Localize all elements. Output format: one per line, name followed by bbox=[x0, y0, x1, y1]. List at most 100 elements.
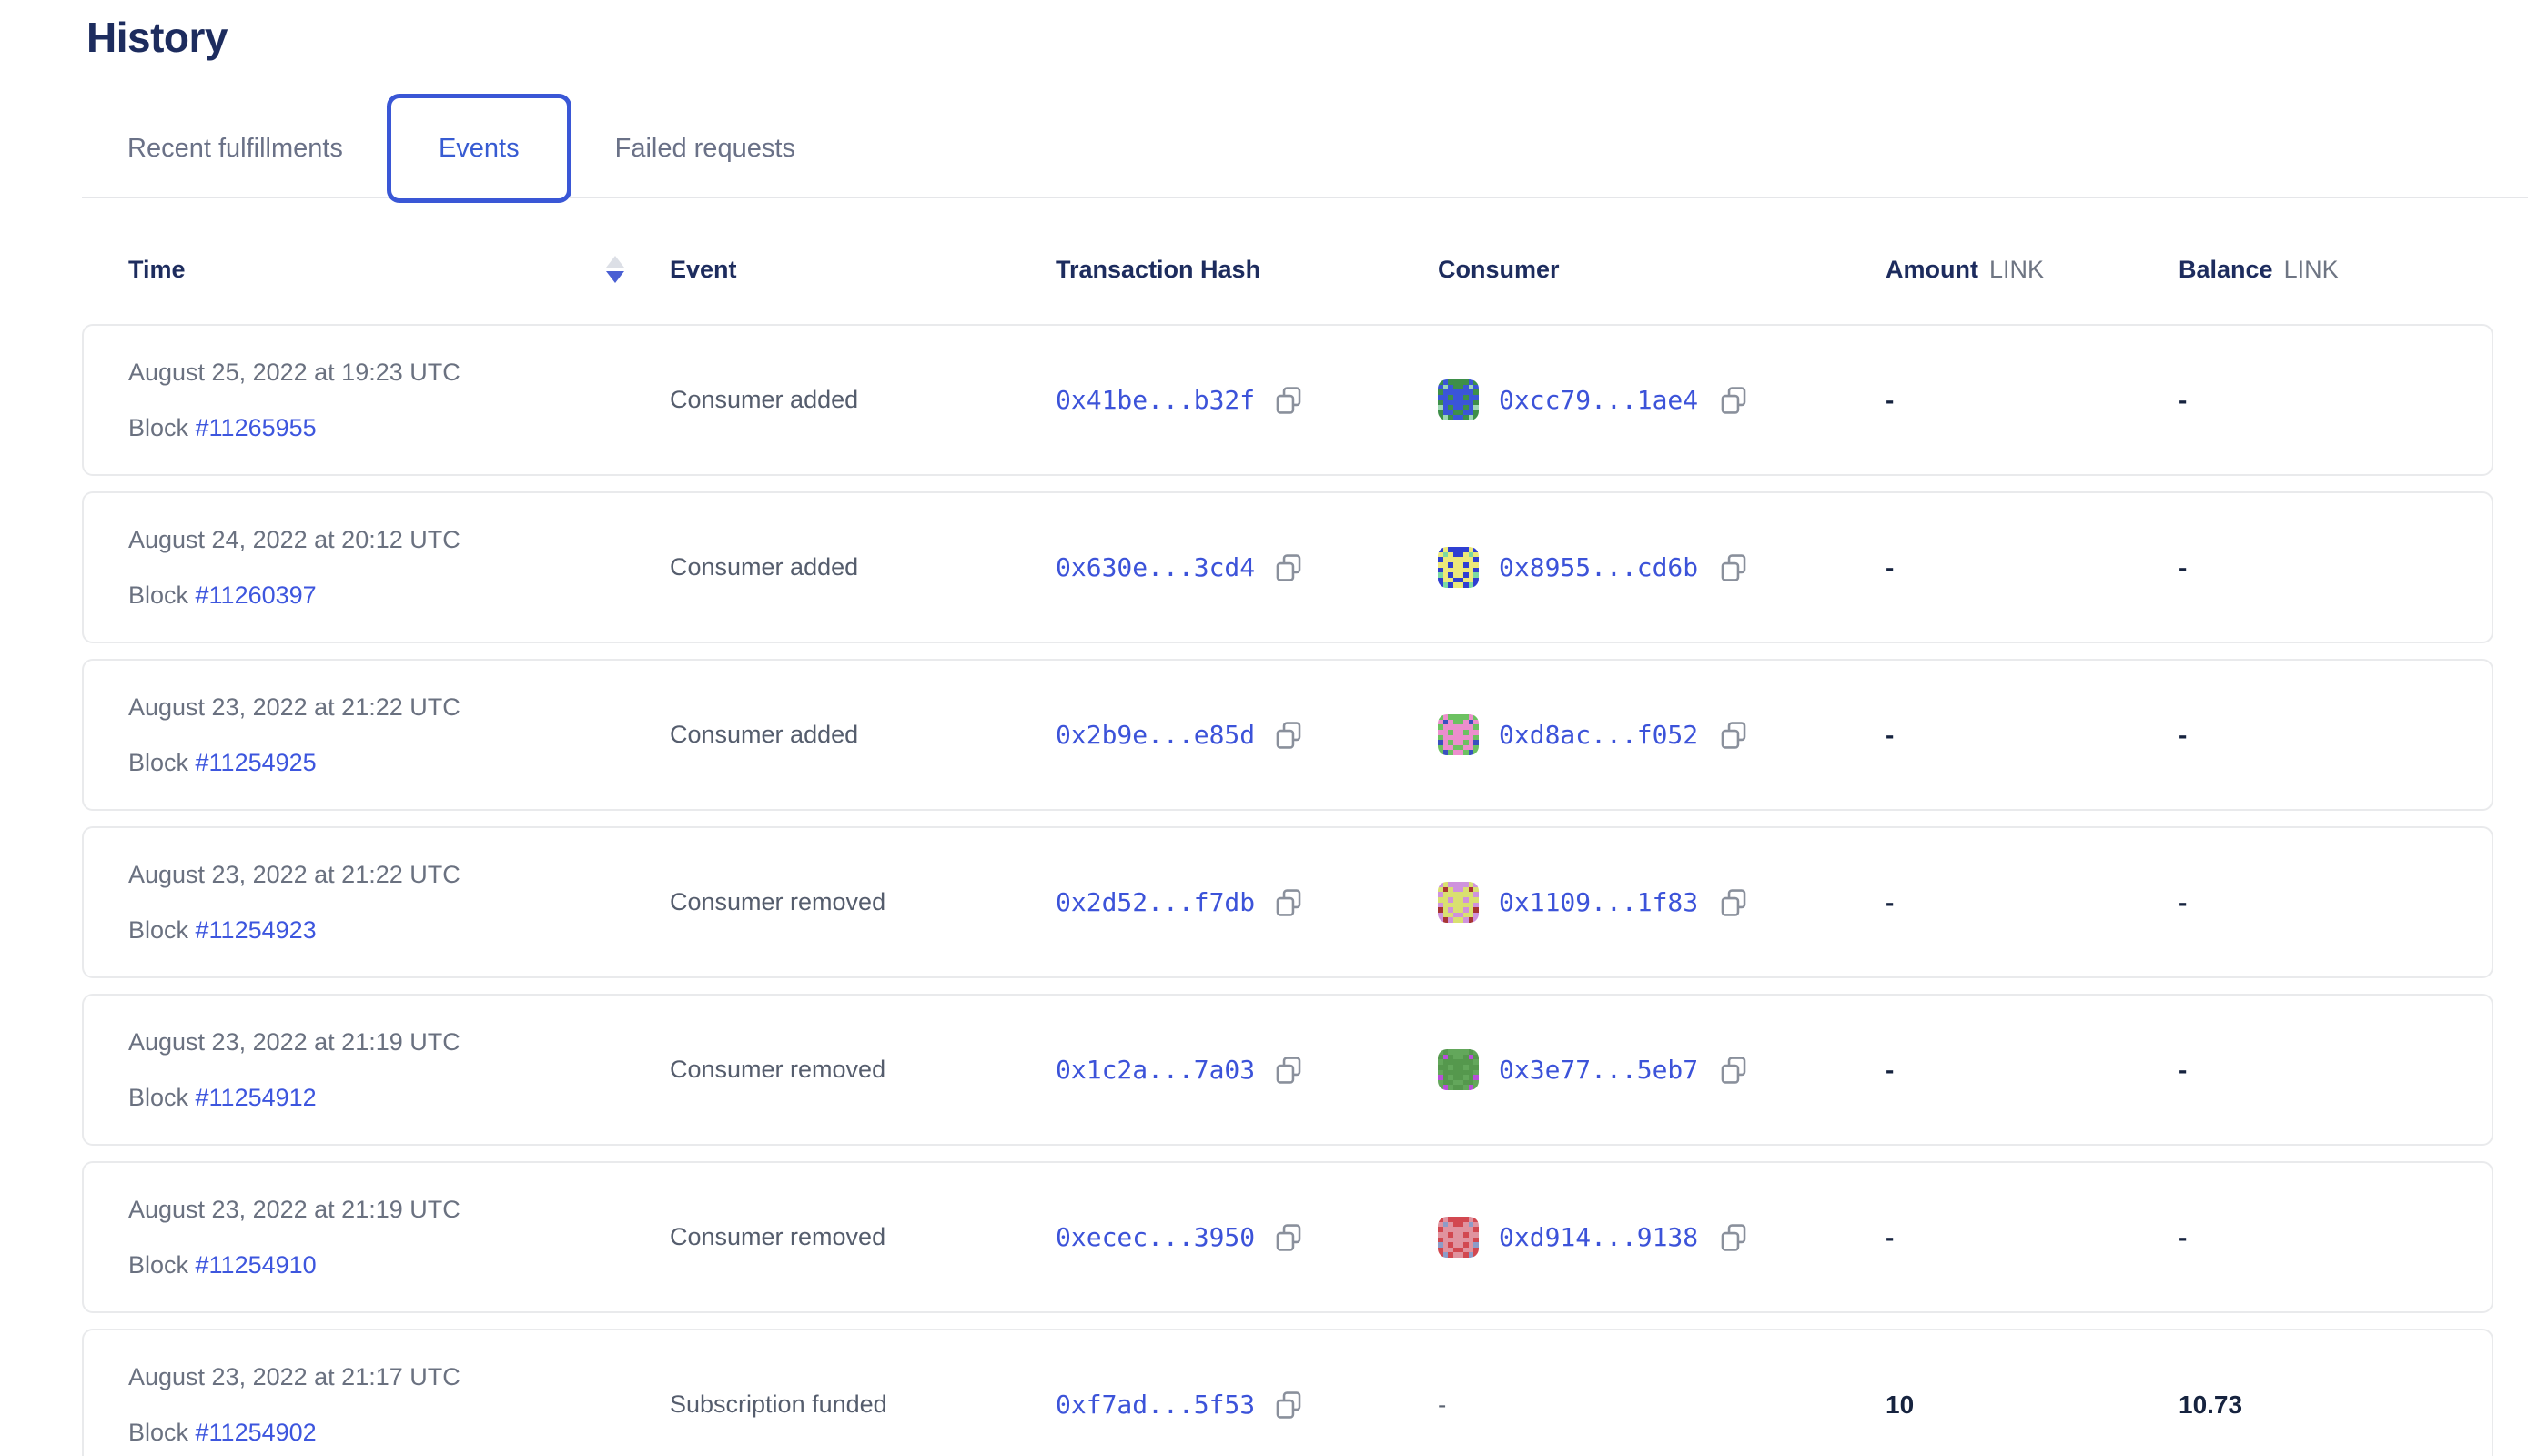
column-header-transaction-hash: Transaction Hash bbox=[1056, 256, 1438, 284]
block-label: Block bbox=[128, 1251, 196, 1279]
block-number-link[interactable]: #11260397 bbox=[196, 581, 317, 609]
column-header-consumer: Consumer bbox=[1438, 256, 1886, 284]
consumer-cell: 0xd914...9138 bbox=[1438, 1217, 1886, 1258]
transaction-hash-cell: 0x41be...b32f bbox=[1056, 385, 1438, 416]
event-cell: Subscription funded bbox=[670, 1390, 1056, 1419]
event-cell: Consumer added bbox=[670, 386, 1056, 414]
row-block: Block #11254910 bbox=[128, 1251, 670, 1279]
consumer-identicon bbox=[1438, 1217, 1479, 1258]
copy-icon[interactable] bbox=[1273, 1055, 1304, 1086]
balance-cell: - bbox=[2179, 1223, 2447, 1252]
table-header: Time Event Transaction Hash Consumer Amo… bbox=[82, 233, 2493, 306]
balance-unit-label: LINK bbox=[2284, 256, 2339, 284]
consumer-placeholder: - bbox=[1438, 1390, 1446, 1420]
transaction-hash-link[interactable]: 0x2b9e...e85d bbox=[1056, 720, 1255, 750]
transaction-hash-link[interactable]: 0xf7ad...5f53 bbox=[1056, 1390, 1255, 1420]
event-cell: Consumer added bbox=[670, 553, 1056, 581]
transaction-hash-link[interactable]: 0x630e...3cd4 bbox=[1056, 552, 1255, 582]
tab-failed-requests[interactable]: Failed requests bbox=[615, 134, 795, 164]
row-block: Block #11265955 bbox=[128, 414, 670, 442]
block-number-link[interactable]: #11254910 bbox=[196, 1251, 317, 1279]
transaction-hash-link[interactable]: 0x1c2a...7a03 bbox=[1056, 1055, 1255, 1085]
transaction-hash-cell: 0xf7ad...5f53 bbox=[1056, 1390, 1438, 1421]
copy-icon[interactable] bbox=[1718, 552, 1749, 583]
row-block: Block #11254902 bbox=[128, 1419, 670, 1447]
block-number-link[interactable]: #11265955 bbox=[196, 414, 317, 441]
amount-cell: - bbox=[1886, 1223, 2179, 1252]
consumer-cell: 0xd8ac...f052 bbox=[1438, 714, 1886, 755]
block-label: Block bbox=[128, 414, 196, 441]
consumer-cell: 0x1109...1f83 bbox=[1438, 882, 1886, 923]
block-label: Block bbox=[128, 1084, 196, 1111]
consumer-cell: 0x3e77...5eb7 bbox=[1438, 1049, 1886, 1090]
copy-icon[interactable] bbox=[1273, 887, 1304, 918]
copy-icon[interactable] bbox=[1718, 1055, 1749, 1086]
transaction-hash-link[interactable]: 0xecec...3950 bbox=[1056, 1222, 1255, 1252]
copy-icon[interactable] bbox=[1273, 552, 1304, 583]
copy-icon[interactable] bbox=[1718, 385, 1749, 416]
table-row: August 23, 2022 at 21:19 UTC Block #1125… bbox=[82, 1161, 2493, 1313]
row-block: Block #11254925 bbox=[128, 749, 670, 777]
copy-icon[interactable] bbox=[1273, 720, 1304, 751]
copy-icon[interactable] bbox=[1273, 385, 1304, 416]
balance-cell: - bbox=[2179, 888, 2447, 917]
event-cell: Consumer removed bbox=[670, 888, 1056, 916]
consumer-address-link[interactable]: 0x1109...1f83 bbox=[1499, 887, 1698, 917]
consumer-identicon bbox=[1438, 547, 1479, 588]
table-row: August 25, 2022 at 19:23 UTC Block #1126… bbox=[82, 324, 2493, 476]
consumer-address-link[interactable]: 0xcc79...1ae4 bbox=[1499, 385, 1698, 415]
sort-toggle[interactable] bbox=[606, 256, 624, 283]
table-row: August 23, 2022 at 21:19 UTC Block #1125… bbox=[82, 994, 2493, 1146]
consumer-cell: 0xcc79...1ae4 bbox=[1438, 379, 1886, 420]
time-cell: August 24, 2022 at 20:12 UTC Block #1126… bbox=[128, 526, 670, 610]
transaction-hash-link[interactable]: 0x41be...b32f bbox=[1056, 385, 1255, 415]
copy-icon[interactable] bbox=[1718, 720, 1749, 751]
tab-recent-fulfillments[interactable]: Recent fulfillments bbox=[127, 134, 343, 164]
time-cell: August 23, 2022 at 21:22 UTC Block #1125… bbox=[128, 693, 670, 777]
copy-icon[interactable] bbox=[1273, 1222, 1304, 1253]
consumer-address-link[interactable]: 0xd914...9138 bbox=[1499, 1222, 1698, 1252]
tab-events[interactable]: Events bbox=[387, 94, 571, 203]
balance-cell: - bbox=[2179, 721, 2447, 750]
copy-icon[interactable] bbox=[1273, 1390, 1304, 1421]
consumer-identicon bbox=[1438, 882, 1479, 923]
balance-cell: - bbox=[2179, 386, 2447, 415]
column-header-time: Time bbox=[128, 256, 670, 284]
column-header-amount: Amount LINK bbox=[1886, 256, 2179, 284]
time-cell: August 23, 2022 at 21:17 UTC Block #1125… bbox=[128, 1363, 670, 1447]
transaction-hash-link[interactable]: 0x2d52...f7db bbox=[1056, 887, 1255, 917]
amount-cell: - bbox=[1886, 553, 2179, 582]
block-number-link[interactable]: #11254923 bbox=[196, 916, 317, 944]
copy-icon[interactable] bbox=[1718, 1222, 1749, 1253]
row-block: Block #11254912 bbox=[128, 1084, 670, 1112]
time-cell: August 23, 2022 at 21:19 UTC Block #1125… bbox=[128, 1028, 670, 1112]
consumer-address-link[interactable]: 0x8955...cd6b bbox=[1499, 552, 1698, 582]
sort-up-icon bbox=[606, 256, 624, 268]
event-cell: Consumer removed bbox=[670, 1056, 1056, 1084]
transaction-hash-cell: 0x630e...3cd4 bbox=[1056, 552, 1438, 583]
row-timestamp: August 23, 2022 at 21:19 UTC bbox=[128, 1196, 670, 1224]
time-cell: August 23, 2022 at 21:22 UTC Block #1125… bbox=[128, 861, 670, 945]
amount-cell: - bbox=[1886, 1056, 2179, 1085]
copy-icon[interactable] bbox=[1718, 887, 1749, 918]
block-number-link[interactable]: #11254912 bbox=[196, 1084, 317, 1111]
consumer-address-link[interactable]: 0x3e77...5eb7 bbox=[1499, 1055, 1698, 1085]
table-row: August 23, 2022 at 21:22 UTC Block #1125… bbox=[82, 826, 2493, 978]
amount-unit-label: LINK bbox=[1989, 256, 2044, 284]
transaction-hash-cell: 0xecec...3950 bbox=[1056, 1222, 1438, 1253]
event-cell: Consumer added bbox=[670, 721, 1056, 749]
consumer-address-link[interactable]: 0xd8ac...f052 bbox=[1499, 720, 1698, 750]
block-label: Block bbox=[128, 749, 196, 776]
block-number-link[interactable]: #11254925 bbox=[196, 749, 317, 776]
block-number-link[interactable]: #11254902 bbox=[196, 1419, 317, 1446]
page-title: History bbox=[86, 13, 228, 62]
row-timestamp: August 23, 2022 at 21:22 UTC bbox=[128, 693, 670, 722]
consumer-identicon bbox=[1438, 714, 1479, 755]
amount-cell: - bbox=[1886, 721, 2179, 750]
amount-cell: - bbox=[1886, 888, 2179, 917]
amount-cell: - bbox=[1886, 386, 2179, 415]
sort-down-icon bbox=[606, 271, 624, 283]
consumer-identicon bbox=[1438, 1049, 1479, 1090]
block-label: Block bbox=[128, 581, 196, 609]
balance-cell: - bbox=[2179, 553, 2447, 582]
